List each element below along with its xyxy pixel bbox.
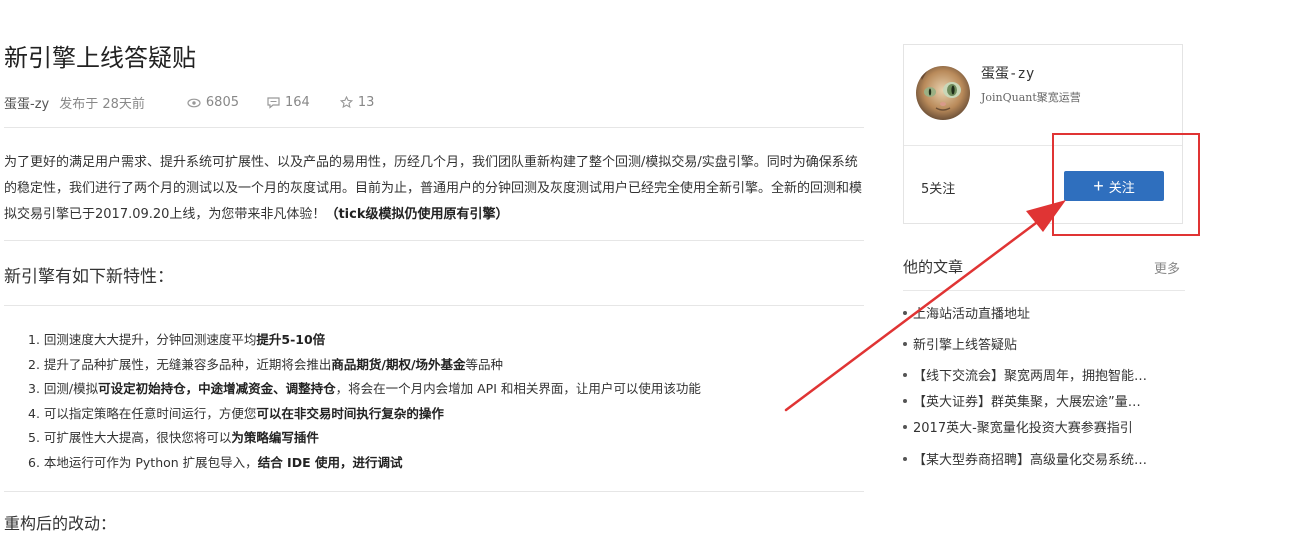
articles-title: 他的文章 <box>903 258 964 276</box>
page-title: 新引擎上线答疑贴 <box>4 44 196 72</box>
star-count-value: 13 <box>357 95 375 110</box>
intro-bold-note: （tick级模拟仍使用原有引擎） <box>325 207 509 222</box>
publish-time: 发布于 28天前 <box>59 97 145 112</box>
avatar[interactable] <box>916 66 970 120</box>
bullet-icon <box>903 398 907 403</box>
more-link[interactable]: 更多 <box>1154 258 1180 277</box>
bullet-icon <box>903 424 907 429</box>
list-item: 3. 回测/模拟可设定初始持仓，中途增减资金、调整持仓，将会在一个月内会增加 A… <box>28 381 701 396</box>
comment-icon <box>267 96 280 109</box>
bullet-icon <box>903 456 907 461</box>
list-item: 2. 提升了品种扩展性，无缝兼容多品种，近期将会推出商品期货/期权/场外基金等品… <box>28 356 504 372</box>
list-item: 6. 本地运行可作为 Python 扩展包导入，结合 IDE 使用，进行调试 <box>28 454 403 470</box>
list-item[interactable]: 【某大型券商招聘】高级量化交易系统开发 <box>903 449 1153 468</box>
cat-avatar-image <box>916 66 970 120</box>
list-item[interactable]: 上海站活动直播地址 <box>903 303 1030 322</box>
comment-count[interactable]: 164 <box>267 95 310 110</box>
section-heading: 新引擎有如下新特性： <box>4 267 174 287</box>
follow-count: 5关注 <box>921 182 956 197</box>
list-item[interactable]: 【线下交流会】聚宽两周年，拥抱智能投资 <box>903 365 1153 384</box>
list-item: 1. 回测速度大大提升，分钟回测速度平均提升5-10倍 <box>28 332 326 347</box>
star-count[interactable]: 13 <box>339 95 375 110</box>
list-item[interactable]: 2017英大-聚宽量化投资大赛参赛指引 <box>903 417 1133 436</box>
author-link[interactable]: 蛋蛋-zy <box>4 93 49 112</box>
list-item: 4. 可以指定策略在任意时间运行，方便您可以在非交易时间执行复杂的操作 <box>28 405 444 421</box>
divider <box>4 127 864 128</box>
articles-divider <box>903 290 1185 291</box>
feature-list: 1. 回测速度大大提升，分钟回测速度平均提升5-10倍 2. 提升了品种扩展性，… <box>28 328 701 475</box>
bullet-icon <box>903 341 907 346</box>
comment-count-value: 164 <box>285 95 310 110</box>
intro-paragraph: 为了更好的满足用户需求、提升系统可扩展性、以及产品的易用性，历经几个月，我们团队… <box>4 150 866 228</box>
list-item[interactable]: 新引擎上线答疑贴 <box>903 334 1017 353</box>
user-role: JoinQuant聚宽运营 <box>981 91 1081 104</box>
annotation-highlight-box <box>1052 133 1200 236</box>
list-item[interactable]: 【英大证券】群英集聚，大展宏途”量化大赛 <box>903 391 1153 410</box>
post-meta: 蛋蛋-zy 发布于 28天前 6805 164 13 <box>4 93 374 112</box>
list-item: 5. 可扩展性大大提高，很快您将可以为策略编写插件 <box>28 430 319 445</box>
bullet-icon <box>903 372 907 377</box>
view-count-value: 6805 <box>205 95 239 110</box>
view-count: 6805 <box>187 95 239 110</box>
star-icon <box>339 96 353 109</box>
user-name[interactable]: 蛋蛋-zy <box>981 63 1034 83</box>
bullet-icon <box>903 310 907 315</box>
divider <box>4 305 864 306</box>
divider <box>4 491 864 492</box>
divider <box>4 240 864 241</box>
eye-icon <box>187 98 201 107</box>
section-heading-changes: 重构后的改动： <box>4 514 117 533</box>
